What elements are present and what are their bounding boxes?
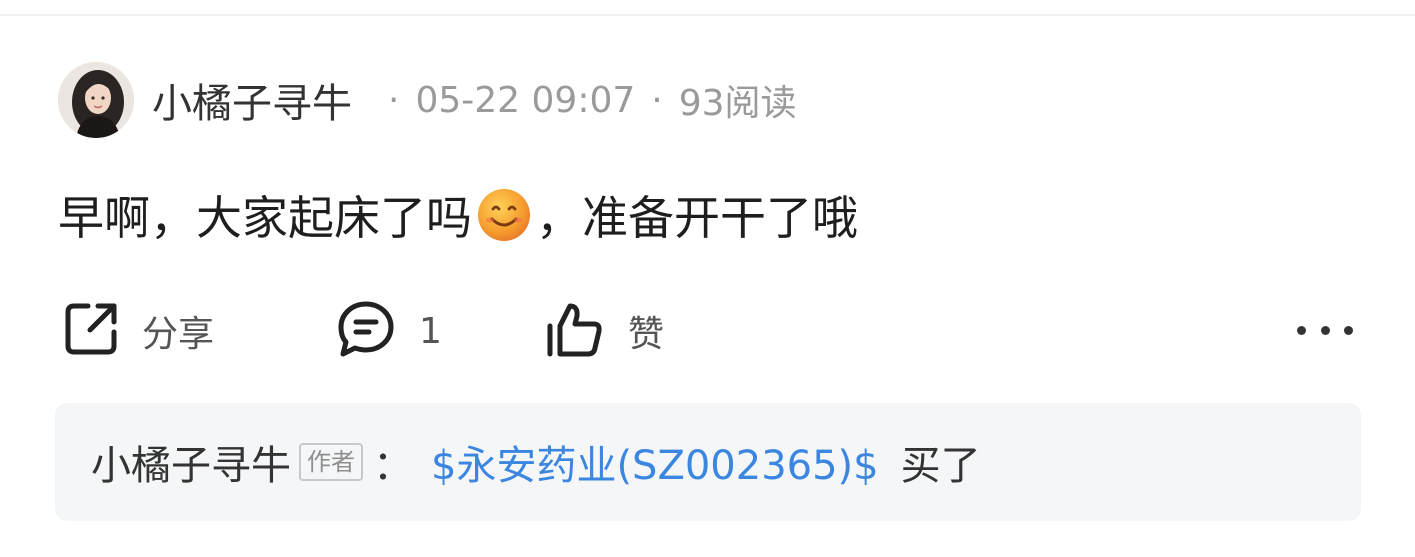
- more-dot: [1344, 325, 1353, 335]
- action-bar: 分享 1 赞: [0, 296, 1415, 366]
- stock-link[interactable]: $永安药业(SZ002365)$: [431, 433, 879, 491]
- feed-post-card: 小橘子寻牛 · 05-22 09:07 · 93阅读 早啊，大家起床了吗 ，准备…: [0, 0, 1415, 557]
- divider: [0, 14, 1415, 16]
- more-dot: [1320, 325, 1330, 335]
- comment-button[interactable]: 1: [335, 296, 442, 366]
- like-label: 赞: [628, 314, 665, 355]
- author-reply[interactable]: 小橘子寻牛 作者 ： $永安药业(SZ002365)$ 买了: [55, 403, 1361, 521]
- comment-icon: [335, 298, 397, 364]
- meta-separator: ·: [651, 79, 663, 121]
- post-text-end: ，准备开干了哦: [536, 191, 858, 245]
- post-text-start: 早啊，大家起床了吗: [58, 191, 472, 245]
- avatar[interactable]: [58, 62, 134, 138]
- reply-colon: ：: [373, 443, 413, 489]
- author-name[interactable]: 小橘子寻牛: [152, 71, 352, 129]
- thumbs-up-icon: [544, 298, 606, 364]
- post-header: 小橘子寻牛 · 05-22 09:07 · 93阅读: [58, 60, 797, 140]
- post-content[interactable]: 早啊，大家起床了吗 ，准备开干了哦: [58, 180, 858, 250]
- share-label: 分享: [142, 314, 215, 355]
- reply-author-name[interactable]: 小橘子寻牛: [91, 433, 291, 491]
- share-button[interactable]: 分享: [62, 296, 214, 366]
- like-button[interactable]: 赞: [544, 296, 664, 366]
- post-time: 05-22 09:07: [415, 79, 636, 121]
- more-icon[interactable]: [1297, 308, 1353, 352]
- share-icon: [62, 300, 120, 362]
- meta-separator: ·: [388, 79, 400, 121]
- reply-text: 买了: [900, 443, 981, 489]
- smile-emoji: [476, 187, 532, 243]
- post-meta: · 05-22 09:07 · 93阅读: [372, 74, 797, 126]
- comment-count: 1: [419, 310, 442, 352]
- read-count: 93阅读: [678, 83, 797, 124]
- more-dot: [1297, 325, 1306, 335]
- author-badge: 作者: [299, 443, 363, 481]
